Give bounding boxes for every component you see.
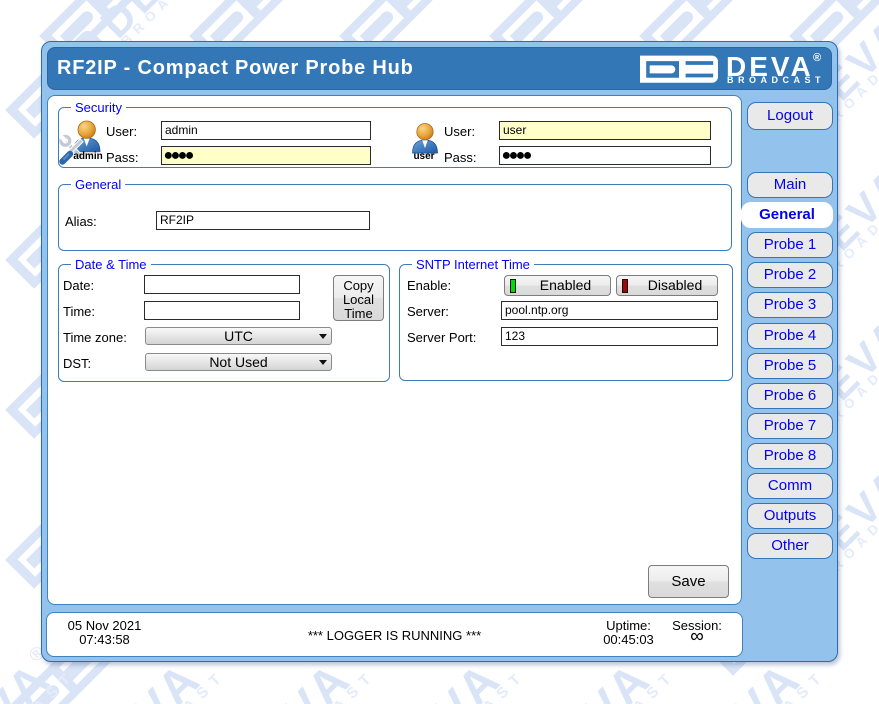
svg-text:BROADCAST: BROADCAST (727, 75, 825, 85)
svg-text:®: ® (813, 52, 821, 64)
